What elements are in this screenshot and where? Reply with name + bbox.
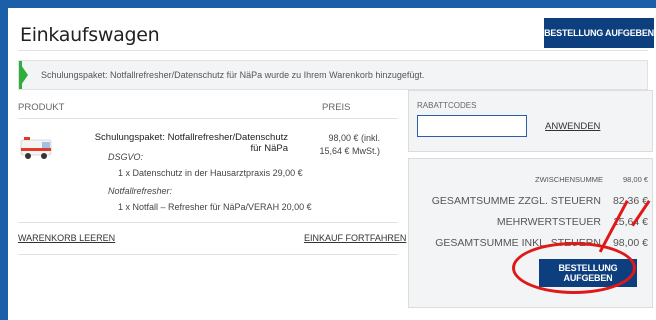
option-value: 1 x Datenschutz in der Hausarztpraxis 29… — [118, 168, 303, 178]
coupon-label: RABATTCODES — [417, 101, 477, 110]
checkout-button-top[interactable]: BESTELLUNG AUFGEBEN — [544, 18, 654, 48]
success-notice: Schulungspaket: Notfallrefresher/Datensc… — [18, 60, 648, 90]
page-title: Einkaufswagen — [20, 24, 160, 46]
column-header-price: PREIS — [322, 102, 351, 113]
price-line: 98,00 € (inkl. — [328, 133, 380, 143]
coupon-input[interactable] — [417, 115, 527, 137]
product-price: 98,00 € (inkl. 15,64 € MwSt.) — [310, 132, 380, 158]
total-excl-value: 82,36 € — [612, 195, 648, 207]
notice-arrow-icon — [21, 65, 28, 85]
clear-cart-link[interactable]: WARENKORB LEEREN — [18, 233, 115, 243]
total-excl-row: GESAMTSUMME ZZGL. STEUERN 82,36 € — [408, 195, 648, 207]
option-label: Notfallrefresher: — [108, 186, 173, 196]
title-divider — [18, 50, 648, 51]
continue-shopping-link[interactable]: EINKAUF FORTFAHREN — [304, 233, 406, 243]
subtotal-row: ZWISCHENSUMME 98,00 € — [408, 175, 648, 184]
product-name[interactable]: Schulungspaket: Notfallrefresher/Datensc… — [88, 132, 288, 154]
cart-panel: Einkaufswagen BESTELLUNG AUFGEBEN Schulu… — [8, 8, 656, 320]
tax-label: MEHRWERTSTEUER — [496, 216, 601, 228]
checkout-button-bottom[interactable]: BESTELLUNG AUFGEBEN — [539, 259, 637, 287]
notice-text: Schulungspaket: Notfallrefresher/Datensc… — [41, 70, 425, 80]
apply-coupon-link[interactable]: ANWENDEN — [545, 121, 600, 132]
ambulance-icon — [20, 130, 54, 164]
totals-panel: ZWISCHENSUMME 98,00 € GESAMTSUMME ZZGL. … — [408, 158, 653, 308]
coupon-panel: RABATTCODES ANWENDEN — [408, 90, 653, 152]
column-header-product: PRODUKT — [18, 102, 65, 113]
header-divider — [18, 118, 398, 119]
total-excl-label: GESAMTSUMME ZZGL. STEUERN — [431, 195, 601, 207]
option-value: 1 x Notfall – Refresher für NäPa/VERAH 2… — [118, 202, 312, 212]
option-label: DSGVO: — [108, 152, 144, 162]
total-incl-value: 98,00 € — [612, 237, 648, 249]
item-divider — [18, 222, 398, 223]
total-incl-label: GESAMTSUMME INKL. STEUERN — [435, 237, 601, 249]
total-incl-row: GESAMTSUMME INKL. STEUERN 98,00 € — [408, 237, 648, 249]
footer-divider — [18, 254, 398, 255]
subtotal-label: ZWISCHENSUMME — [535, 175, 603, 184]
tax-line: 15,64 € MwSt.) — [319, 146, 380, 156]
subtotal-value: 98,00 € — [622, 175, 648, 184]
